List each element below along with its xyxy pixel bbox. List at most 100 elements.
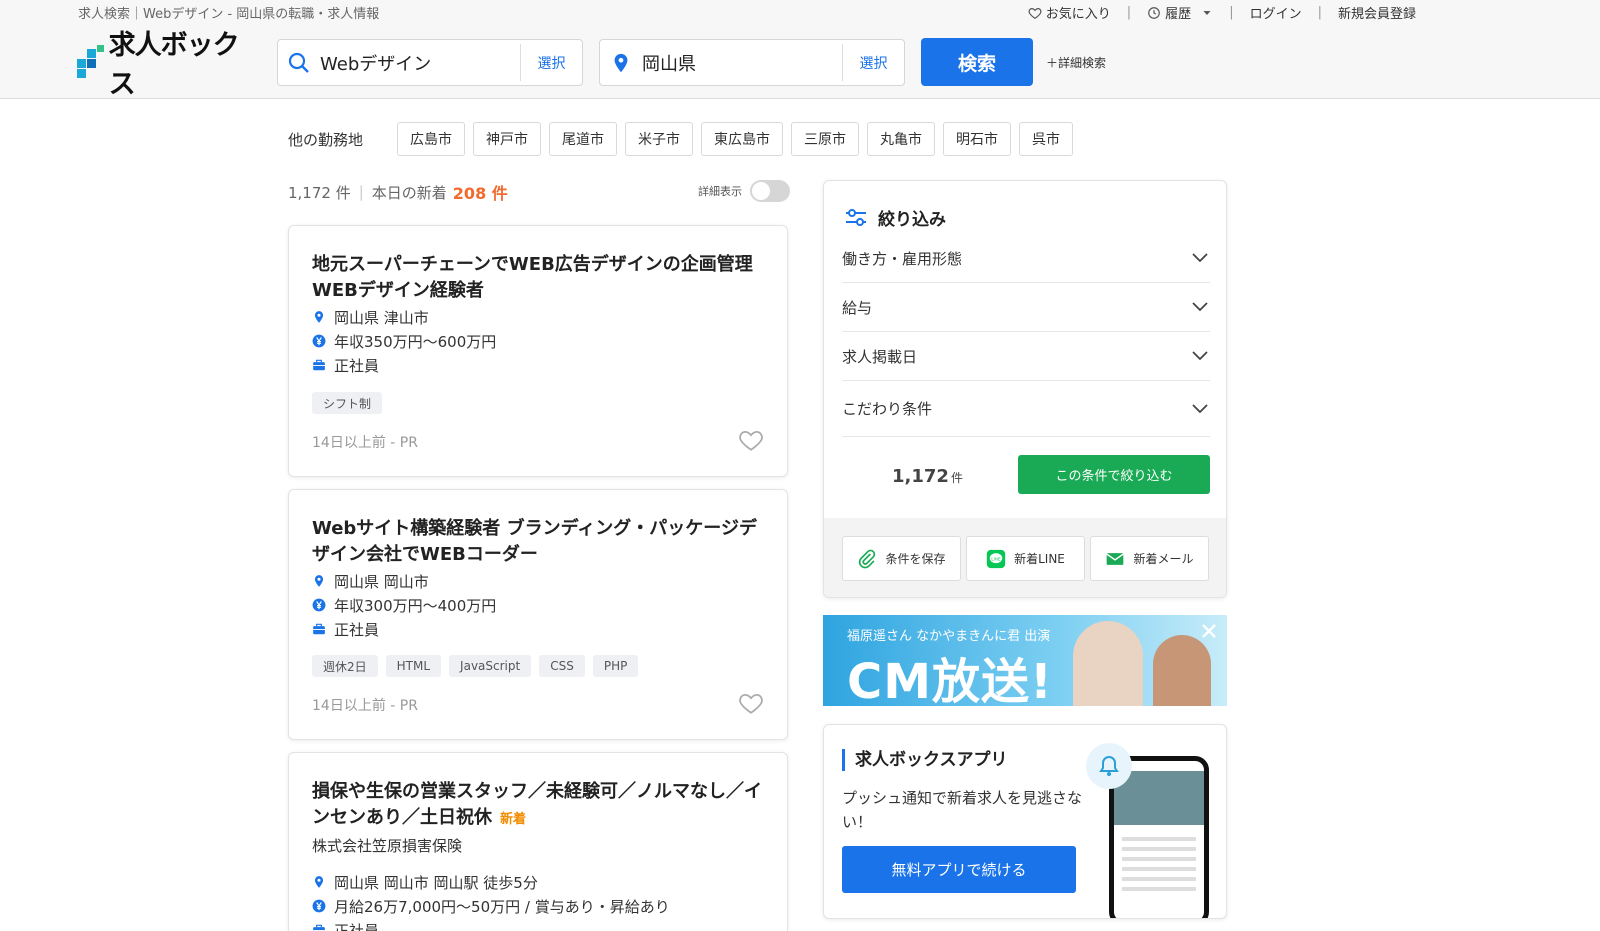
job-card[interactable]: Webサイト構築経験者 ブランディング・パッケージデザイン会社でWEBコーダー …	[288, 489, 788, 740]
job-title[interactable]: 地元スーパーチェーンでWEB広告デザインの企画管理 WEBデザイン経験者	[312, 252, 767, 304]
keyword-search-field[interactable]: Webデザイン 選択	[277, 39, 583, 86]
job-tag: 週休2日	[312, 655, 378, 677]
app-promo: 求人ボックスアプリ プッシュ通知で新着求人を見逃さない！ 無料アプリで続ける	[823, 724, 1227, 919]
filter-count: 1,172 件	[892, 466, 963, 487]
new-badge: 新着	[500, 812, 527, 827]
job-location: 岡山県 津山市	[312, 305, 496, 329]
job-location: 岡山県 岡山市	[312, 569, 496, 593]
detail-toggle-switch[interactable]	[750, 180, 790, 202]
job-tag: シフト制	[312, 392, 383, 414]
briefcase-icon	[313, 359, 325, 371]
filter-row-posted-date[interactable]: 求人掲載日	[842, 332, 1210, 381]
continue-in-app-button[interactable]: 無料アプリで続ける	[842, 846, 1076, 893]
banner-title: CM放送!	[847, 654, 1053, 706]
filter-row-employment[interactable]: 働き方・雇用形態	[842, 234, 1210, 283]
login-link[interactable]: ログイン	[1250, 3, 1302, 22]
filter-row-salary[interactable]: 給与	[842, 283, 1210, 332]
chevron-down-icon	[1192, 253, 1208, 263]
detail-toggle-label: 詳細表示	[698, 185, 742, 198]
location-chip[interactable]: 米子市	[625, 122, 694, 156]
location-input[interactable]: 岡山県	[642, 50, 842, 76]
heart-icon[interactable]	[737, 427, 765, 453]
mail-icon	[1106, 552, 1125, 565]
job-title[interactable]: Webサイト構築経験者 ブランディング・パッケージデザイン会社でWEBコーダー	[312, 516, 767, 568]
sliders-icon	[846, 208, 866, 226]
location-select-button[interactable]: 選択	[842, 44, 904, 81]
favorites-label: お気に入り	[1045, 7, 1111, 22]
apply-filter-button[interactable]: この条件で絞り込む	[1018, 455, 1210, 494]
history-label: 履歴	[1165, 7, 1192, 22]
map-pin-icon	[314, 575, 324, 587]
close-icon[interactable]	[1199, 621, 1219, 641]
bell-icon	[1086, 743, 1132, 789]
today-count: 208 件	[452, 184, 508, 203]
location-search-field[interactable]: 岡山県 選択	[599, 39, 905, 86]
location-chip[interactable]: 東広島市	[701, 122, 784, 156]
clock-icon	[1148, 6, 1161, 19]
save-conditions-button[interactable]: 条件を保存	[842, 536, 961, 581]
job-salary: 年収350万円〜600万円	[312, 329, 496, 353]
history-link[interactable]: 履歴	[1147, 3, 1213, 22]
job-tag: HTML	[385, 655, 442, 677]
keyword-input[interactable]: Webデザイン	[320, 50, 520, 76]
chevron-down-icon	[1192, 351, 1208, 361]
line-notify-button[interactable]: LINE 新着LINE	[966, 536, 1085, 581]
filter-panel: 絞り込み 働き方・雇用形態 給与 求人掲載日 こだわり条件 1,172 件 この条…	[823, 180, 1227, 598]
job-tags: シフト制	[312, 392, 390, 414]
job-type: 正社員	[312, 617, 496, 641]
logo-text: 求人ボックス	[108, 30, 240, 100]
yen-icon	[312, 334, 326, 348]
search-button[interactable]: 検索	[921, 38, 1033, 86]
yen-icon	[312, 899, 326, 913]
advanced-search-link[interactable]: ＋詳細検索	[1046, 54, 1106, 71]
heart-icon[interactable]	[737, 690, 765, 716]
detail-toggle[interactable]: 詳細表示	[698, 180, 790, 202]
yen-icon	[312, 598, 326, 612]
other-locations: 他の勤務地 広島市 神戸市 尾道市 米子市 東広島市 三原市 丸亀市 明石市 呉…	[288, 122, 1081, 156]
chevron-down-icon	[1192, 403, 1208, 413]
job-tag: PHP	[592, 655, 639, 677]
result-counts: 1,172 件 | 本日の新着 208 件	[288, 180, 508, 204]
location-chip[interactable]: 尾道市	[549, 122, 618, 156]
signup-link[interactable]: 新規会員登録	[1338, 3, 1416, 22]
job-posted: 14日以上前 - PR	[312, 435, 418, 451]
favorites-link[interactable]: お気に入り	[1028, 3, 1111, 22]
filter-header: 絞り込み	[844, 205, 946, 230]
paperclip-icon	[859, 549, 876, 568]
chevron-down-icon	[1192, 302, 1208, 312]
logo-mark	[77, 45, 107, 79]
mail-notify-button[interactable]: 新着メール	[1090, 536, 1209, 581]
job-title[interactable]: 損保や生保の営業スタッフ／未経験可／ノルマなし／インセンあり／土日祝休 新着	[312, 779, 767, 833]
job-posted: 14日以上前 - PR	[312, 698, 418, 714]
map-pin-icon	[314, 876, 324, 888]
briefcase-icon	[313, 924, 325, 931]
filter-row-preferences[interactable]: こだわり条件	[842, 381, 1210, 437]
breadcrumb: 求人検索｜Webデザイン - 岡山県の転職・求人情報	[78, 7, 380, 22]
job-card[interactable]: 地元スーパーチェーンでWEB広告デザインの企画管理 WEBデザイン経験者 岡山県…	[288, 225, 788, 477]
filter-actions: 条件を保存 LINE 新着LINE 新着メール	[824, 518, 1226, 597]
line-icon: LINE	[986, 549, 1006, 568]
logo[interactable]: 求人ボックス	[77, 30, 262, 100]
job-company: 株式会社笠原損害保険	[312, 837, 463, 855]
heart-icon	[1028, 7, 1042, 19]
banner-person-image	[1073, 621, 1143, 706]
top-links: お気に入り | 履歴 | ログイン | 新規会員登録	[1028, 3, 1416, 22]
briefcase-icon	[313, 623, 325, 635]
other-locations-label: 他の勤務地	[288, 130, 364, 149]
location-chip[interactable]: 明石市	[943, 122, 1012, 156]
map-pin-icon	[314, 311, 324, 323]
job-location: 岡山県 岡山市 岡山駅 徒歩5分	[312, 870, 670, 894]
location-chip[interactable]: 三原市	[791, 122, 860, 156]
location-chip[interactable]: 呉市	[1019, 122, 1074, 156]
location-chip[interactable]: 広島市	[397, 122, 466, 156]
cm-banner[interactable]: 福原遥さん なかやまきんに君 出演 CM放送!	[823, 615, 1227, 706]
filter-title: 絞り込み	[878, 210, 946, 230]
job-tag: CSS	[539, 655, 585, 677]
app-description: プッシュ通知で新着求人を見逃さない！	[842, 789, 1083, 831]
job-card[interactable]: 損保や生保の営業スタッフ／未経験可／ノルマなし／インセンあり／土日祝休 新着 株式…	[288, 752, 788, 931]
location-chip[interactable]: 丸亀市	[867, 122, 936, 156]
location-chip[interactable]: 神戸市	[473, 122, 542, 156]
keyword-select-button[interactable]: 選択	[520, 44, 582, 81]
total-count: 1,172 件	[288, 183, 351, 202]
map-pin-icon	[614, 53, 628, 72]
